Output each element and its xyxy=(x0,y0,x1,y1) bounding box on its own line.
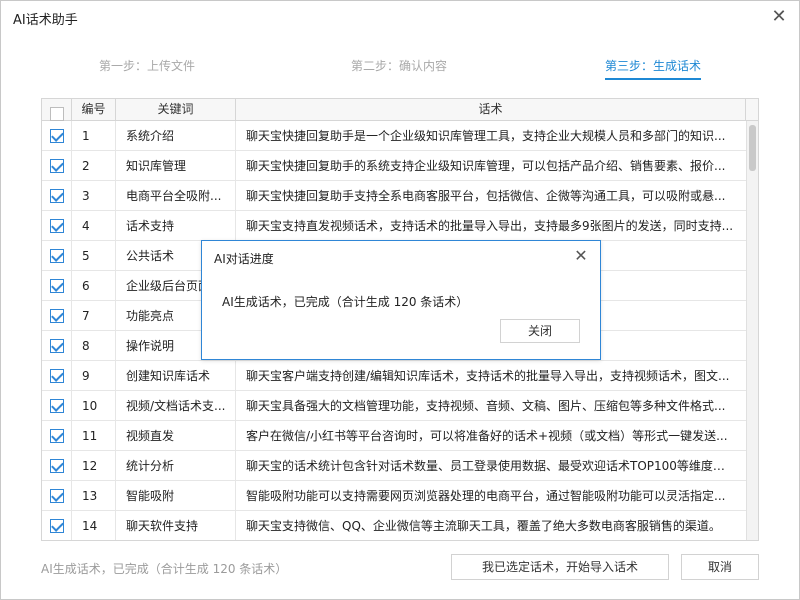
row-select-cell xyxy=(42,391,72,421)
step-indicator: 第一步：上传文件 第二步：确认内容 第三步：生成话术 xyxy=(1,57,800,80)
row-keyword: 统计分析 xyxy=(116,451,236,481)
row-select-cell xyxy=(42,151,72,181)
row-script-text: 智能吸附功能可以支持需要网页浏览器处理的电商平台，通过智能吸附功能可以灵活指定.… xyxy=(246,489,726,503)
row-checkbox[interactable] xyxy=(50,399,64,413)
row-checkbox[interactable] xyxy=(50,369,64,383)
row-checkbox[interactable] xyxy=(50,489,64,503)
select-all-cell xyxy=(42,99,72,121)
row-select-cell xyxy=(42,121,72,151)
row-number: 6 xyxy=(72,271,116,301)
row-script-text: 聊天宝快捷回复助手的系统支持企业级知识库管理，可以包括产品介绍、销售要素、报价.… xyxy=(246,159,726,173)
title-bar: AI话术助手 ✕ xyxy=(1,1,799,33)
row-script-text: 聊天宝快捷回复助手是一个企业级知识库管理工具，支持企业大规模人员和多部门的知识.… xyxy=(246,129,726,143)
row-keyword: 电商平台全吸附... xyxy=(116,181,236,211)
row-select-cell xyxy=(42,421,72,451)
row-select-cell xyxy=(42,361,72,391)
table-row[interactable]: 1 系统介绍 聊天宝快捷回复助手是一个企业级知识库管理工具，支持企业大规模人员和多部… xyxy=(42,121,746,151)
row-number: 8 xyxy=(72,331,116,361)
row-keyword: 智能吸附 xyxy=(116,481,236,511)
row-number: 1 xyxy=(72,121,116,151)
row-checkbox[interactable] xyxy=(50,459,64,473)
scrollbar-thumb[interactable] xyxy=(749,125,756,171)
dialog-close-icon[interactable]: ✕ xyxy=(570,245,592,267)
step-2-confirm: 第二步：确认内容 xyxy=(351,59,448,73)
row-checkbox[interactable] xyxy=(50,129,64,143)
row-number: 9 xyxy=(72,361,116,391)
column-header-keyword: 关键词 xyxy=(116,99,236,121)
row-checkbox[interactable] xyxy=(50,189,64,203)
row-script-text: 聊天宝具备强大的文档管理功能，支持视频、音频、文稿、图片、压缩包等多种文件格式.… xyxy=(246,399,726,413)
table-row[interactable]: 9 创建知识库话术 聊天宝客户端支持创建/编辑知识库话术，支持话术的批量导入导出，支… xyxy=(42,361,746,391)
row-select-cell xyxy=(42,271,72,301)
row-script-text: 聊天宝客户端支持创建/编辑知识库话术，支持话术的批量导入导出，支持视频话术，图文… xyxy=(246,369,730,383)
row-checkbox[interactable] xyxy=(50,309,64,323)
row-select-cell xyxy=(42,451,72,481)
table-row[interactable]: 14 聊天软件支持 聊天宝支持微信、QQ、企业微信等主流聊天工具，覆盖了绝大多数电商… xyxy=(42,511,746,540)
table-row[interactable]: 12 统计分析 聊天宝的话术统计包含针对话术数量、员工登录使用数据、最受欢迎话术TO… xyxy=(42,451,746,481)
row-select-cell xyxy=(42,481,72,511)
row-keyword: 视频/文档话术支... xyxy=(116,391,236,421)
row-script-text: 聊天宝快捷回复助手支持全系电商客服平台，包括微信、企微等沟通工具，可以吸附或悬.… xyxy=(246,189,726,203)
row-select-cell xyxy=(42,241,72,271)
dialog-close-button[interactable]: 关闭 xyxy=(500,319,580,343)
table-row[interactable]: 3 电商平台全吸附... 聊天宝快捷回复助手支持全系电商客服平台，包括微信、企微等沟… xyxy=(42,181,746,211)
row-checkbox[interactable] xyxy=(50,219,64,233)
row-keyword: 聊天软件支持 xyxy=(116,511,236,540)
row-number: 14 xyxy=(72,511,116,540)
row-keyword: 创建知识库话术 xyxy=(116,361,236,391)
step-1-upload: 第一步：上传文件 xyxy=(99,59,196,73)
row-number: 13 xyxy=(72,481,116,511)
row-number: 4 xyxy=(72,211,116,241)
row-keyword: 系统介绍 xyxy=(116,121,236,151)
row-checkbox[interactable] xyxy=(50,249,64,263)
table-row[interactable]: 11 视频直发 客户在微信/小红书等平台咨询时，可以将准备好的话术+视频（或文档）等… xyxy=(42,421,746,451)
row-number: 7 xyxy=(72,301,116,331)
window-close-icon[interactable]: ✕ xyxy=(767,5,791,29)
row-keyword: 知识库管理 xyxy=(116,151,236,181)
row-checkbox[interactable] xyxy=(50,279,64,293)
row-keyword: 视频直发 xyxy=(116,421,236,451)
table-row[interactable]: 10 视频/文档话术支... 聊天宝具备强大的文档管理功能，支持视频、音频、文稿、图… xyxy=(42,391,746,421)
row-script-text: 聊天宝的话术统计包含针对话术数量、员工登录使用数据、最受欢迎话术TOP100等维… xyxy=(246,459,737,473)
row-select-cell xyxy=(42,331,72,361)
row-select-cell xyxy=(42,511,72,540)
ai-progress-dialog: AI对话进度 ✕ AI生成话术，已完成（合计生成 120 条话术） 关闭 xyxy=(201,240,601,360)
ai-script-assistant-window: AI话术助手 ✕ 第一步：上传文件 第二步：确认内容 第三步：生成话术 编号 关… xyxy=(0,0,800,600)
dialog-message: AI生成话术，已完成（合计生成 120 条话术） xyxy=(222,295,469,309)
select-all-checkbox[interactable] xyxy=(50,107,64,121)
window-title: AI话术助手 xyxy=(13,13,78,28)
row-number: 3 xyxy=(72,181,116,211)
row-keyword: 话术支持 xyxy=(116,211,236,241)
row-select-cell xyxy=(42,301,72,331)
table-row[interactable]: 2 知识库管理 聊天宝快捷回复助手的系统支持企业级知识库管理，可以包括产品介绍、销售… xyxy=(42,151,746,181)
generation-status-text: AI生成话术，已完成（合计生成 120 条话术） xyxy=(41,562,288,576)
row-number: 5 xyxy=(72,241,116,271)
column-header-number: 编号 xyxy=(72,99,116,121)
row-number: 2 xyxy=(72,151,116,181)
table-header: 编号 关键词 话术 xyxy=(42,99,758,121)
table-row[interactable]: 13 智能吸附 智能吸附功能可以支持需要网页浏览器处理的电商平台，通过智能吸附功能可… xyxy=(42,481,746,511)
row-number: 12 xyxy=(72,451,116,481)
step-3-generate: 第三步：生成话术 xyxy=(605,57,702,80)
row-number: 11 xyxy=(72,421,116,451)
vertical-scrollbar[interactable] xyxy=(746,121,758,540)
row-select-cell xyxy=(42,211,72,241)
row-checkbox[interactable] xyxy=(50,159,64,173)
column-header-script: 话术 xyxy=(236,99,746,121)
cancel-button[interactable]: 取消 xyxy=(681,554,759,580)
table-row[interactable]: 4 话术支持 聊天宝支持直发视频话术，支持话术的批量导入导出，支持最多9张图片的发送… xyxy=(42,211,746,241)
row-script-text: 客户在微信/小红书等平台咨询时，可以将准备好的话术+视频（或文档）等形式一键发送… xyxy=(246,429,728,443)
row-select-cell xyxy=(42,181,72,211)
row-script-text: 聊天宝支持微信、QQ、企业微信等主流聊天工具，覆盖了绝大多数电商客服销售的渠道。 xyxy=(246,519,721,533)
start-import-button[interactable]: 我已选定话术，开始导入话术 xyxy=(451,554,669,580)
header-scroll-corner xyxy=(746,99,758,121)
row-script-text: 聊天宝支持直发视频话术，支持话术的批量导入导出，支持最多9张图片的发送，同时支持… xyxy=(246,219,734,233)
row-checkbox[interactable] xyxy=(50,339,64,353)
row-checkbox[interactable] xyxy=(50,519,64,533)
row-checkbox[interactable] xyxy=(50,429,64,443)
row-number: 10 xyxy=(72,391,116,421)
dialog-title: AI对话进度 xyxy=(214,252,274,266)
